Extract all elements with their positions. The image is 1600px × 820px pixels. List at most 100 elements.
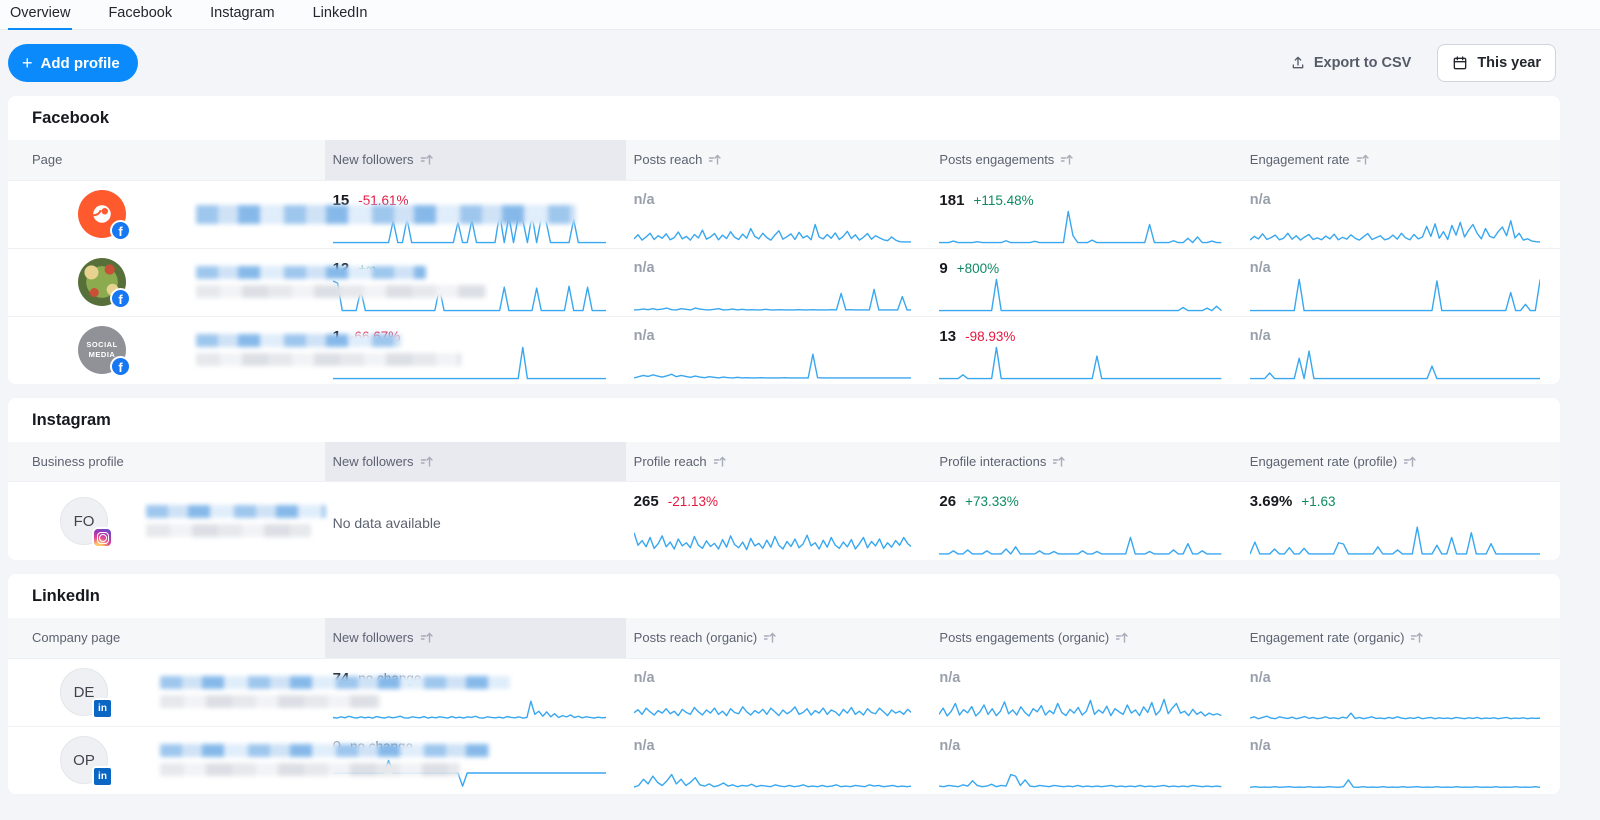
table-row[interactable]: 15-51.61% n/a 181+115.48% n/a [8,180,1560,248]
metric-delta: +115.48% [973,193,1033,208]
metric-value: n/a [1250,260,1271,276]
main-content: Facebook Page New followers Posts reach … [0,96,1600,794]
profile-avatar: FO [60,497,108,545]
sort-icon [1060,153,1073,166]
sort-icon [713,455,726,468]
profile-avatar: OP [60,736,108,784]
sparkline-chart [1250,277,1540,313]
metric-delta: -21.13% [668,494,718,509]
metric-value: 26 [939,493,956,510]
profile-avatar: Social Media [78,326,126,374]
export-csv-button[interactable]: Export to CSV [1290,55,1411,71]
table-row[interactable]: Social Media 1-66.67% n/a 13-98.93% n/a [8,316,1560,384]
sparkline-chart [939,521,1221,557]
instagram-table: Business profile New followers Profile r… [8,442,1560,561]
sparkline-chart [939,209,1221,245]
column-header-engagement-rate-profile[interactable]: Engagement rate (profile) [1242,442,1560,482]
metric-value: n/a [634,328,655,344]
tab-overview[interactable]: Overview [8,0,72,30]
sparkline-chart [1250,687,1540,723]
tab-facebook[interactable]: Facebook [106,0,174,30]
add-profile-button[interactable]: + Add profile [8,44,138,82]
sparkline-chart [939,755,1221,791]
sort-icon [1410,631,1423,644]
sort-icon [420,631,433,644]
sparkline-chart [939,277,1221,313]
metric-value: n/a [634,738,655,754]
tab-linkedin[interactable]: LinkedIn [311,0,370,30]
sparkline-chart [634,755,912,791]
column-header-engagement-rate[interactable]: Engagement rate [1242,140,1560,180]
metric-value: n/a [1250,328,1271,344]
column-header-new-followers[interactable]: New followers [325,442,626,482]
sort-icon [1403,455,1416,468]
facebook-table: Page New followers Posts reach Posts eng… [8,140,1560,384]
linkedin-table: Company page New followers Posts reach (… [8,618,1560,794]
metric-value: 13 [939,328,956,345]
column-header-page: Page [8,140,325,180]
toolbar: + Add profile Export to CSV This year [0,30,1600,96]
table-row[interactable]: FO No data available 265 -21.13% 26 +73.33… [8,482,1560,561]
column-header-company-page: Company page [8,618,325,658]
no-data-label: No data available [333,515,441,531]
tab-instagram[interactable]: Instagram [208,0,276,30]
metric-value: n/a [1250,192,1271,208]
column-header-new-followers[interactable]: New followers [325,140,626,180]
column-header-posts-reach-organic[interactable]: Posts reach (organic) [626,618,932,658]
column-header-profile-reach[interactable]: Profile reach [626,442,932,482]
metric-value: 265 [634,493,659,510]
export-icon [1290,55,1306,71]
sparkline-chart [634,687,912,723]
facebook-badge-icon [110,220,131,241]
add-profile-label: Add profile [41,55,120,72]
column-header-engagement-rate-organic[interactable]: Engagement rate (organic) [1242,618,1560,658]
instagram-header-row: Business profile New followers Profile r… [8,442,1560,482]
profile-avatar [78,190,126,238]
metric-delta: +73.33% [965,494,1019,509]
linkedin-section-card: LinkedIn Company page New followers Post… [8,574,1560,794]
sort-icon [420,153,433,166]
facebook-badge-icon [110,288,131,309]
date-range-button[interactable]: This year [1437,44,1556,82]
metric-value: n/a [634,192,655,208]
sparkline-chart [634,345,912,381]
facebook-section-title: Facebook [8,96,1560,140]
sparkline-chart [1250,345,1540,381]
top-tab-bar: Overview Facebook Instagram LinkedIn [0,0,1600,30]
column-header-profile-interactions[interactable]: Profile interactions [931,442,1241,482]
export-csv-label: Export to CSV [1314,55,1411,71]
sort-icon [763,631,776,644]
profile-name-redacted [146,505,326,537]
metric-delta: +1.63 [1301,494,1335,509]
sparkline-chart [634,521,912,557]
metric-delta: +800% [957,261,999,276]
metric-value: n/a [1250,738,1271,754]
column-header-posts-engagements-organic[interactable]: Posts engagements (organic) [931,618,1241,658]
column-header-posts-reach[interactable]: Posts reach [626,140,932,180]
metric-value: 9 [939,260,947,277]
calendar-icon [1452,55,1468,71]
linkedin-badge-icon [92,698,113,719]
date-range-label: This year [1477,55,1541,71]
column-header-new-followers[interactable]: New followers [325,618,626,658]
table-row[interactable]: OP 0no change n/a n/a n/a [8,726,1560,794]
plus-icon: + [22,54,33,72]
table-row[interactable]: DE 74no change n/a n/a n/a [8,658,1560,726]
sparkline-chart [634,277,912,313]
facebook-section-card: Facebook Page New followers Posts reach … [8,96,1560,384]
metric-value: n/a [634,670,655,686]
sparkline-chart [634,209,912,245]
sparkline-chart [1250,755,1540,791]
facebook-badge-icon [110,356,131,377]
sparkline-chart [939,687,1221,723]
table-row[interactable]: 12+∞ n/a 9+800% n/a [8,248,1560,316]
facebook-header-row: Page New followers Posts reach Posts eng… [8,140,1560,180]
profile-avatar [78,258,126,306]
column-header-posts-engagements[interactable]: Posts engagements [931,140,1241,180]
metric-delta: -98.93% [965,329,1015,344]
linkedin-header-row: Company page New followers Posts reach (… [8,618,1560,658]
linkedin-badge-icon [92,766,113,787]
sort-icon [1115,631,1128,644]
metric-value: 3.69% [1250,493,1293,510]
sparkline-chart [1250,521,1540,557]
